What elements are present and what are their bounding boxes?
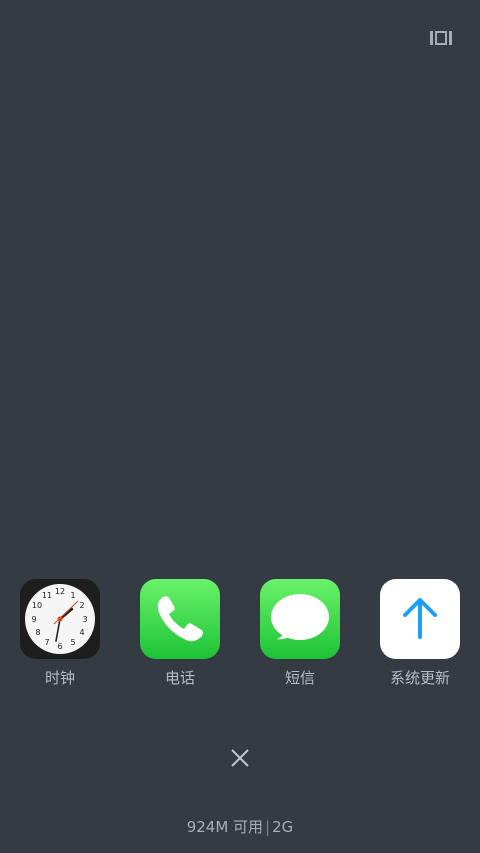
app-clock[interactable]: 12 1 2 3 4 5 6 7 8 9 10 11 时钟 bbox=[10, 579, 110, 689]
svg-text:8: 8 bbox=[35, 628, 40, 637]
app-messages[interactable]: 短信 bbox=[250, 579, 350, 689]
app-phone[interactable]: 电话 bbox=[130, 579, 230, 689]
app-system-update[interactable]: 系统更新 bbox=[370, 579, 470, 689]
system-update-icon bbox=[380, 579, 460, 659]
close-all-icon[interactable] bbox=[225, 743, 255, 773]
app-label: 时钟 bbox=[44, 669, 75, 687]
svg-text:9: 9 bbox=[31, 615, 36, 624]
svg-text:1: 1 bbox=[70, 591, 75, 600]
app-label: 电话 bbox=[164, 669, 195, 687]
svg-text:11: 11 bbox=[42, 591, 52, 600]
svg-text:10: 10 bbox=[32, 601, 42, 610]
app-label: 系统更新 bbox=[389, 669, 450, 687]
phone-icon bbox=[140, 579, 220, 659]
svg-text:5: 5 bbox=[70, 638, 75, 647]
svg-text:7: 7 bbox=[44, 638, 49, 647]
app-label: 短信 bbox=[284, 669, 315, 687]
svg-text:3: 3 bbox=[82, 615, 87, 624]
clock-icon: 12 1 2 3 4 5 6 7 8 9 10 11 bbox=[20, 579, 100, 659]
memory-total: 2G bbox=[272, 818, 294, 836]
memory-separator: | bbox=[265, 818, 271, 836]
svg-text:12: 12 bbox=[55, 587, 65, 596]
memory-available: 924M 可用 bbox=[186, 818, 264, 836]
messages-icon bbox=[260, 579, 340, 659]
svg-text:4: 4 bbox=[79, 628, 84, 637]
recent-layout-toggle-icon[interactable] bbox=[430, 30, 452, 46]
recent-apps-row: 12 1 2 3 4 5 6 7 8 9 10 11 时钟 电话 短信 系统更新 bbox=[0, 579, 480, 689]
svg-text:6: 6 bbox=[57, 642, 62, 651]
svg-text:2: 2 bbox=[79, 601, 84, 610]
memory-status: 924M 可用 | 2G bbox=[0, 816, 480, 837]
